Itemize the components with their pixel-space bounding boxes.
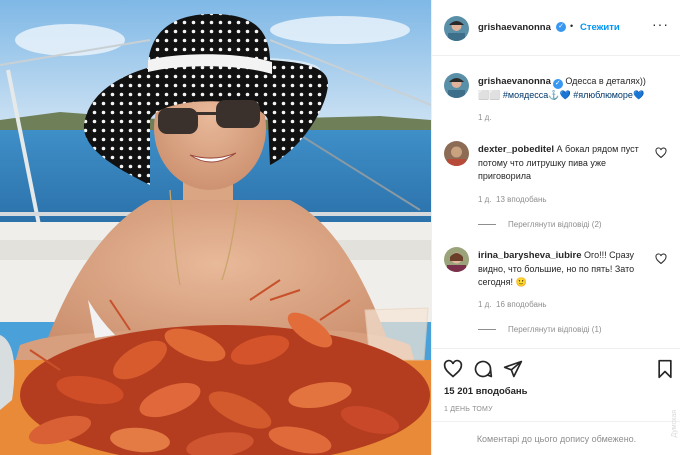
- hashtag-link[interactable]: #ялюблюморе: [573, 90, 633, 100]
- comment-icon[interactable]: [473, 359, 493, 379]
- follow-button[interactable]: Стежити: [580, 22, 620, 33]
- comment-text: irina_barysheva_iubire Ого!!! Сразу видн…: [478, 249, 658, 290]
- caption-emoji: 💙: [632, 90, 645, 100]
- post-date[interactable]: 1 ДЕНЬ ТОМУ: [444, 406, 493, 413]
- comment-time[interactable]: 1 д.: [478, 195, 492, 204]
- view-replies-button[interactable]: Переглянути відповіді (2): [478, 220, 602, 229]
- comment-meta: 1 д. 13 вподобань: [478, 195, 547, 204]
- caption-emoji-prefix: ⬜⬜: [478, 90, 503, 100]
- avatar-image: [444, 141, 469, 166]
- heart-icon[interactable]: [443, 359, 463, 379]
- comment-avatar[interactable]: [444, 141, 469, 166]
- caption-timestamp[interactable]: 1 д.: [478, 113, 492, 122]
- caption-username[interactable]: grishaevanonna: [478, 76, 551, 87]
- post-photo[interactable]: [0, 0, 431, 455]
- share-icon[interactable]: [503, 359, 523, 379]
- view-replies-button[interactable]: Переглянути відповіді (1): [478, 325, 602, 334]
- caption-avatar[interactable]: [444, 73, 469, 98]
- avatar-image: [444, 16, 469, 41]
- comment-meta: 1 д. 16 вподобань: [478, 300, 547, 309]
- hashtag-link[interactable]: #моядесса: [503, 90, 548, 100]
- bookmark-icon[interactable]: [655, 359, 675, 379]
- comment-likes[interactable]: 13 вподобань: [496, 195, 547, 204]
- heart-icon[interactable]: [655, 147, 667, 159]
- replies-line: [478, 329, 496, 331]
- avatar-image: [444, 73, 469, 98]
- watermark: Думская: [671, 410, 678, 438]
- avatar-image: [444, 247, 469, 272]
- replies-line: [478, 224, 496, 226]
- verified-badge-icon: ✓: [556, 22, 566, 32]
- separator-dot: •: [570, 21, 574, 31]
- verified-badge-icon: ✓: [552, 79, 563, 89]
- caption-text: grishaevanonna ✓ Одесса в деталях)) ⬜⬜ #м…: [478, 75, 674, 102]
- post-actions: 15 201 вподобань 1 ДЕНЬ ТОМУ Коментарі д…: [432, 348, 680, 455]
- post-image-illustration: [0, 0, 431, 455]
- post-header: grishaevanonna ✓ • Стежити ···: [432, 0, 680, 56]
- comment-text: dexter_pobeditel А бокал рядом пуст пото…: [478, 143, 658, 184]
- view-replies-label: Переглянути відповіді (2): [508, 220, 602, 229]
- avatar[interactable]: [444, 16, 469, 41]
- comment-time[interactable]: 1 д.: [478, 300, 492, 309]
- caption-body: Одесса в деталях)): [562, 76, 646, 86]
- header-username[interactable]: grishaevanonna: [478, 22, 551, 33]
- comment-avatar[interactable]: [444, 247, 469, 272]
- comments-restricted-notice: Коментарі до цього допису обмежено.: [432, 421, 680, 455]
- comment-likes[interactable]: 16 вподобань: [496, 300, 547, 309]
- caption-emoji: ⚓💙: [548, 90, 574, 100]
- more-options-icon[interactable]: ···: [652, 17, 669, 31]
- view-replies-label: Переглянути відповіді (1): [508, 325, 602, 334]
- likes-count[interactable]: 15 201 вподобань: [444, 386, 528, 397]
- comment-username[interactable]: irina_barysheva_iubire: [478, 250, 582, 261]
- comment-username[interactable]: dexter_pobeditel: [478, 144, 554, 155]
- heart-icon[interactable]: [655, 253, 667, 265]
- post-side-panel: grishaevanonna ✓ • Стежити ··· grishaeva…: [431, 0, 680, 455]
